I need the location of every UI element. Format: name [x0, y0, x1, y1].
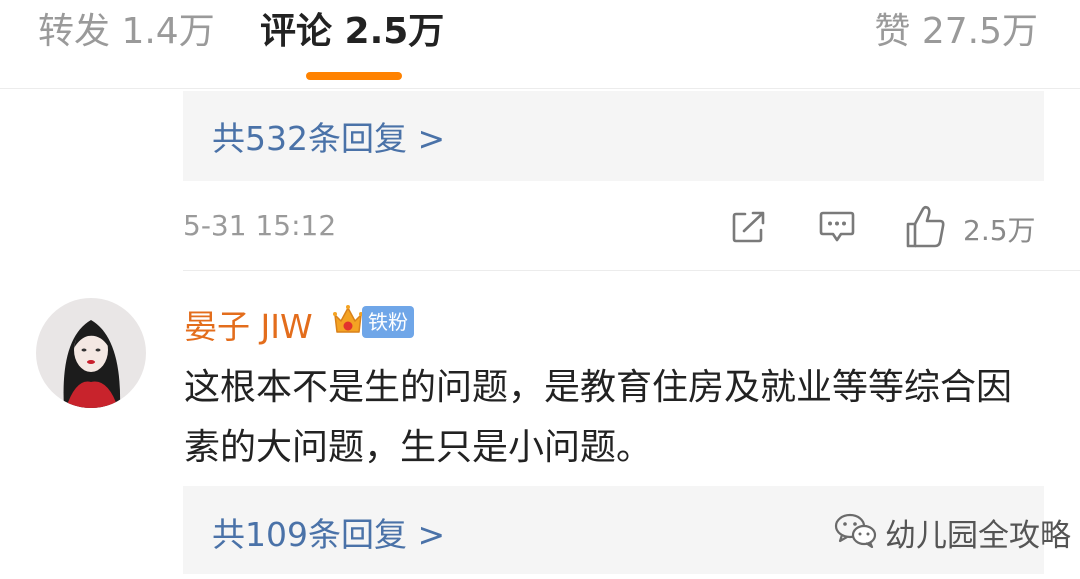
comment-icon[interactable]: [819, 210, 855, 244]
tab-likes[interactable]: 赞 27.5万: [874, 6, 1038, 58]
fan-level-badge: 铁粉: [362, 306, 414, 338]
comment-divider: [183, 270, 1080, 271]
like-count: 2.5万: [963, 214, 1036, 247]
tab-reposts[interactable]: 转发 1.4万: [38, 6, 215, 58]
share-icon[interactable]: [731, 210, 767, 244]
comment-timestamp: 5-31 15:12: [183, 209, 337, 242]
comment-tab-bar: 转发 1.4万 评论 2.5万 赞 27.5万: [0, 0, 1080, 88]
view-replies-link[interactable]: 共109条回复 >: [212, 508, 445, 556]
author-name[interactable]: 晏子 JIW: [184, 300, 313, 348]
comment-text: 这根本不是生的问题，是教育住房及就业等等综合因素的大问题，生只是小问题。: [184, 367, 1013, 468]
reply-thread-box[interactable]: 共532条回复 >: [183, 91, 1044, 181]
active-tab-indicator: [306, 72, 402, 80]
header-divider: [0, 88, 1080, 89]
crown-icon: [332, 301, 364, 345]
tab-comments[interactable]: 评论 2.5万: [260, 6, 444, 58]
view-replies-link[interactable]: 共532条回复 >: [212, 112, 445, 160]
comment-meta-row: 5-31 15:12 2.5万: [183, 204, 1044, 252]
wechat-icon: [833, 512, 877, 552]
avatar[interactable]: [36, 298, 146, 408]
like-icon[interactable]: [904, 204, 948, 250]
watermark-text: 幼儿园全攻略: [885, 518, 1071, 554]
